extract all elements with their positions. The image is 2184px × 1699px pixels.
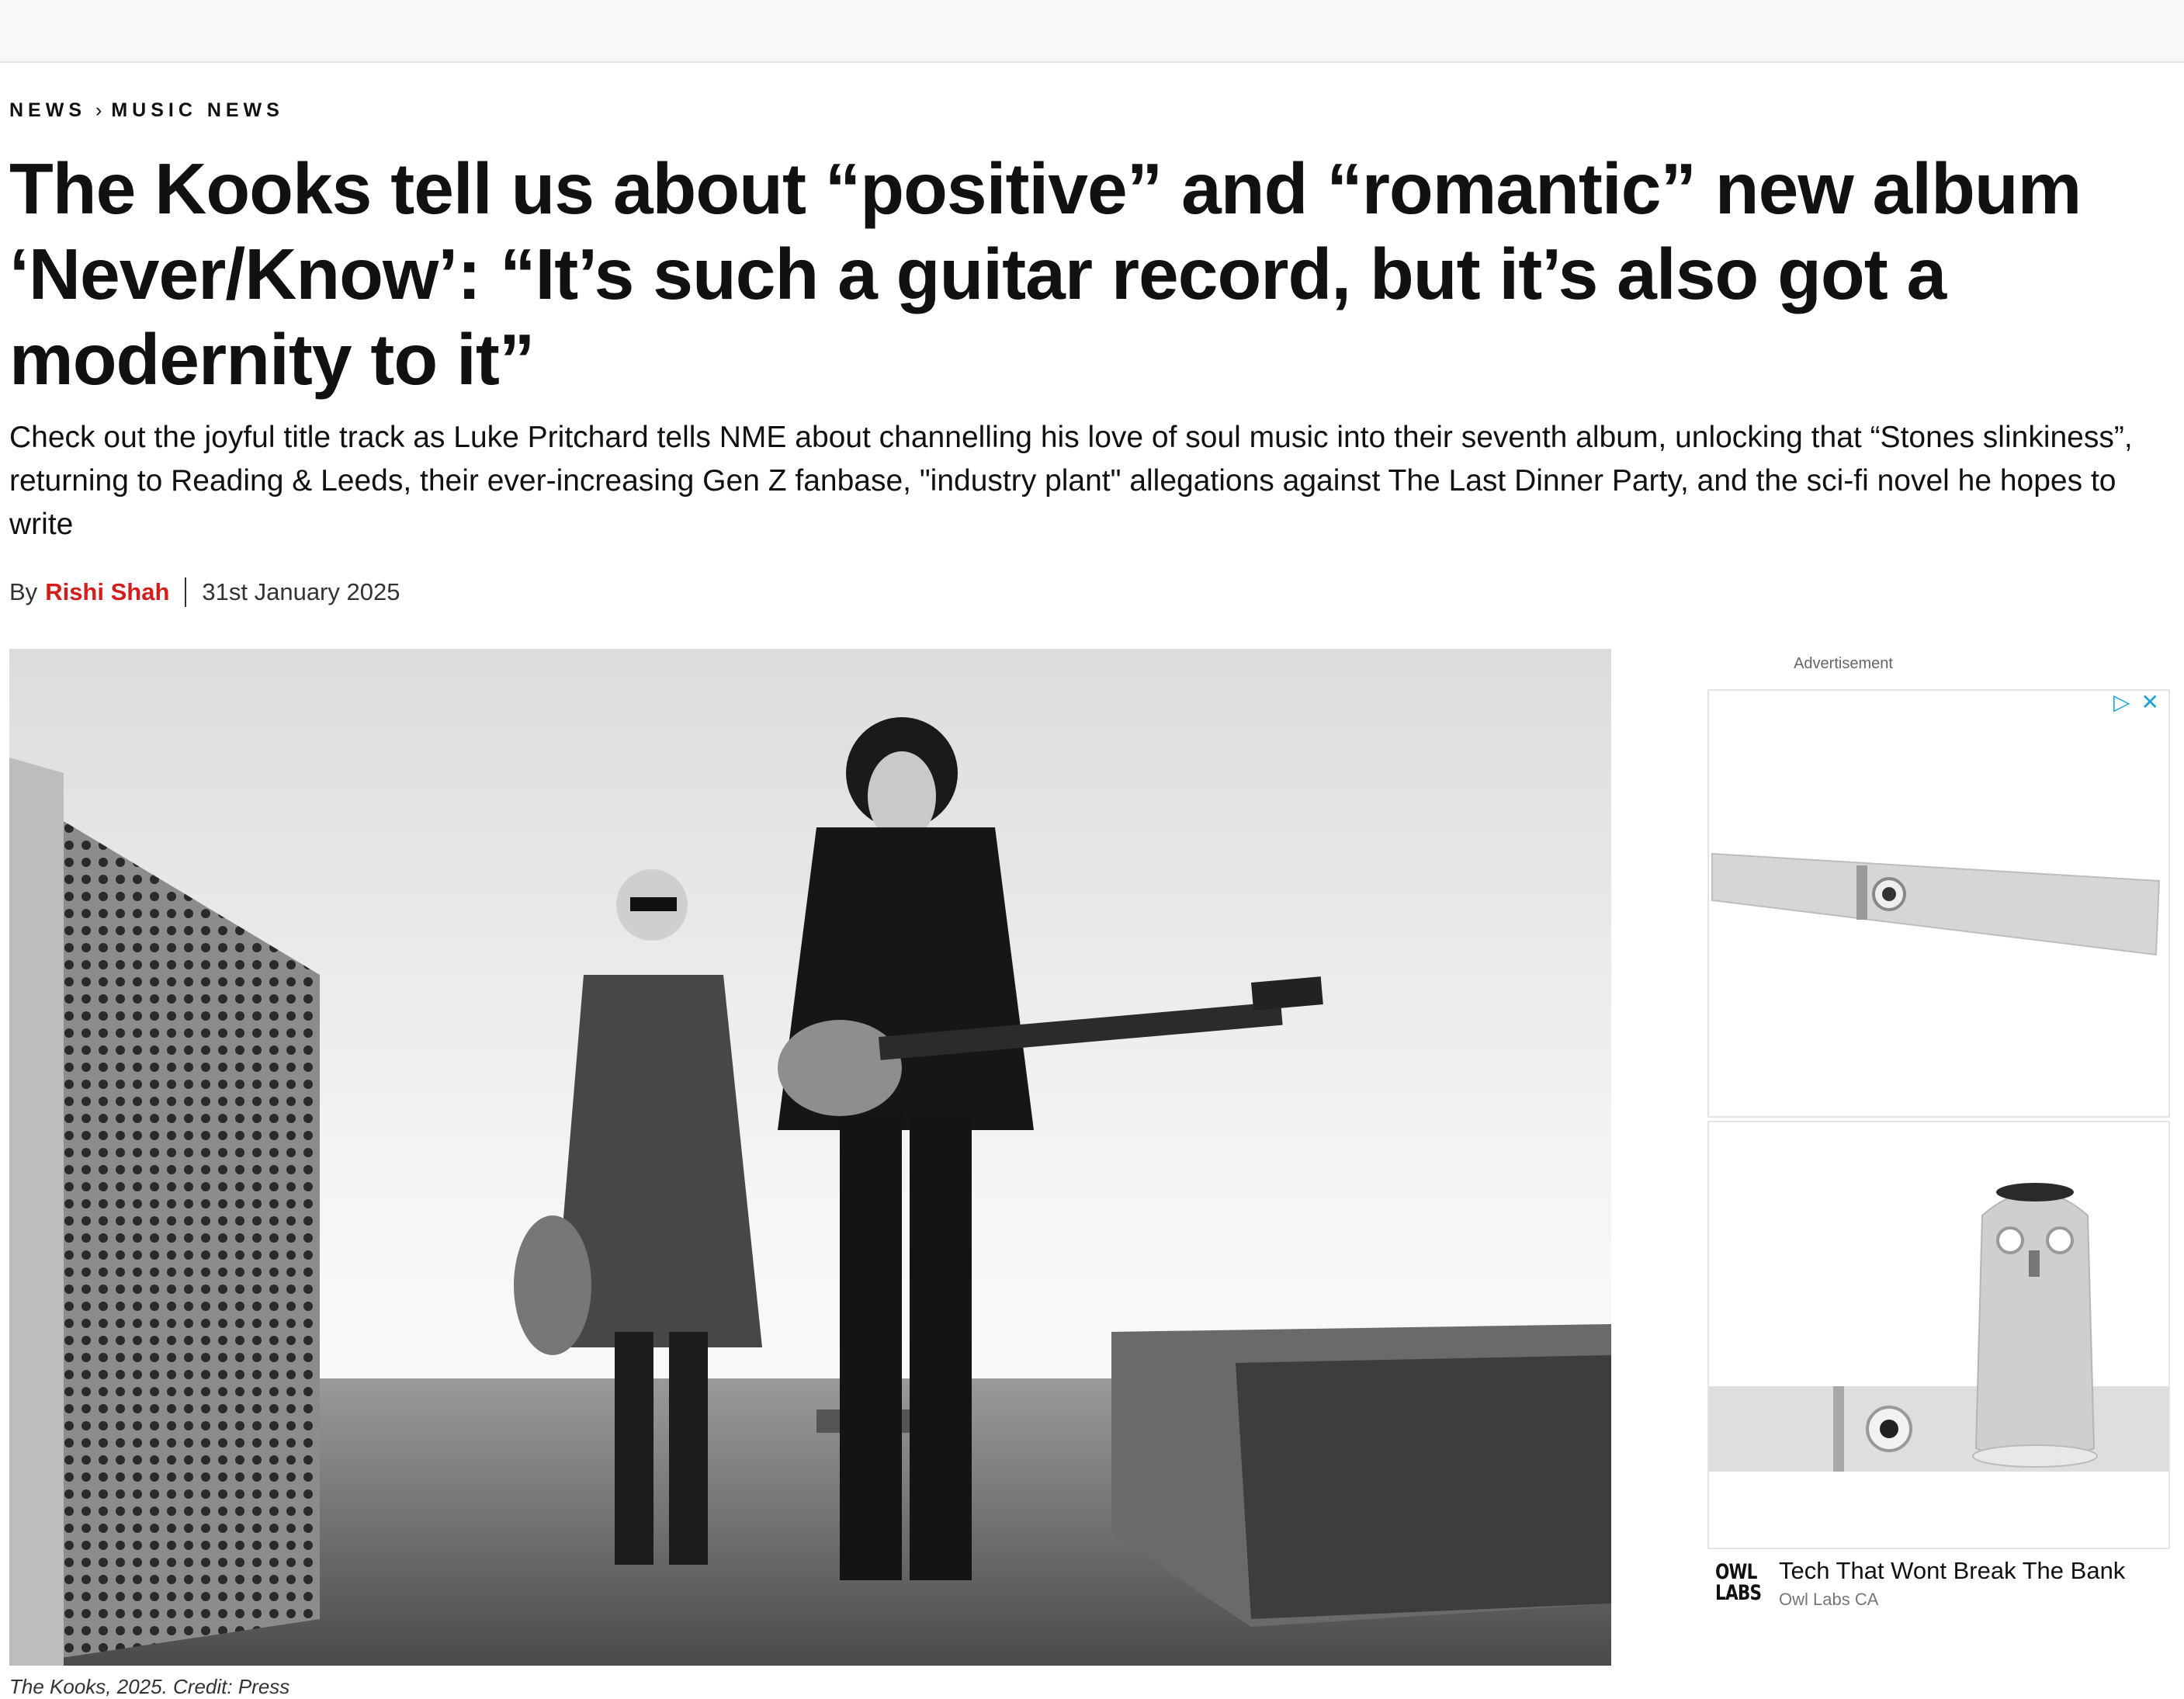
play-triangle-icon[interactable]: ▷ bbox=[2113, 689, 2130, 715]
byline-divider bbox=[185, 577, 187, 607]
breadcrumb: NEWS › MUSIC NEWS bbox=[9, 99, 284, 122]
author-link[interactable]: Rishi Shah bbox=[45, 578, 169, 606]
article-byline: By Rishi Shah 31st January 2025 bbox=[9, 577, 400, 607]
article-standfirst: Check out the joyful title track as Luke… bbox=[9, 421, 2133, 541]
breadcrumb-separator: › bbox=[95, 99, 102, 121]
article-hero-image bbox=[9, 649, 1611, 1666]
advertisement-unit[interactable]: ▷ ✕ OWL LABS Tech That Wont Break The Ba… bbox=[1707, 689, 2170, 1636]
ad-footer[interactable]: OWL LABS Tech That Wont Break The Bank O… bbox=[1707, 1557, 2167, 1619]
publish-date: 31st January 2025 bbox=[202, 578, 400, 605]
article-headline: The Kooks tell us about “positive” and “… bbox=[9, 148, 2082, 400]
top-navigation-bar bbox=[0, 0, 2184, 63]
ad-controls: ▷ ✕ bbox=[2113, 689, 2159, 715]
ad-product-image-soundbar[interactable] bbox=[1707, 689, 2170, 1118]
ad-advertiser: Owl Labs CA bbox=[1779, 1590, 1879, 1609]
image-caption: The Kooks, 2025. Credit: Press bbox=[9, 1675, 290, 1698]
owl-labs-logo: OWL LABS bbox=[1715, 1560, 1762, 1605]
breadcrumb-music-news-link[interactable]: MUSIC NEWS bbox=[111, 99, 284, 121]
ad-product-image-meeting-owl[interactable] bbox=[1707, 1121, 2170, 1549]
close-icon[interactable]: ✕ bbox=[2141, 689, 2159, 715]
byline-prefix: By bbox=[9, 578, 38, 605]
advertisement-label: Advertisement bbox=[1794, 655, 1893, 672]
ad-title[interactable]: Tech That Wont Break The Bank bbox=[1779, 1557, 2125, 1585]
ad-text: Tech That Wont Break The Bank Owl Labs C… bbox=[1779, 1557, 2125, 1610]
breadcrumb-news-link[interactable]: NEWS bbox=[9, 99, 86, 121]
band-photo bbox=[9, 649, 1611, 1666]
